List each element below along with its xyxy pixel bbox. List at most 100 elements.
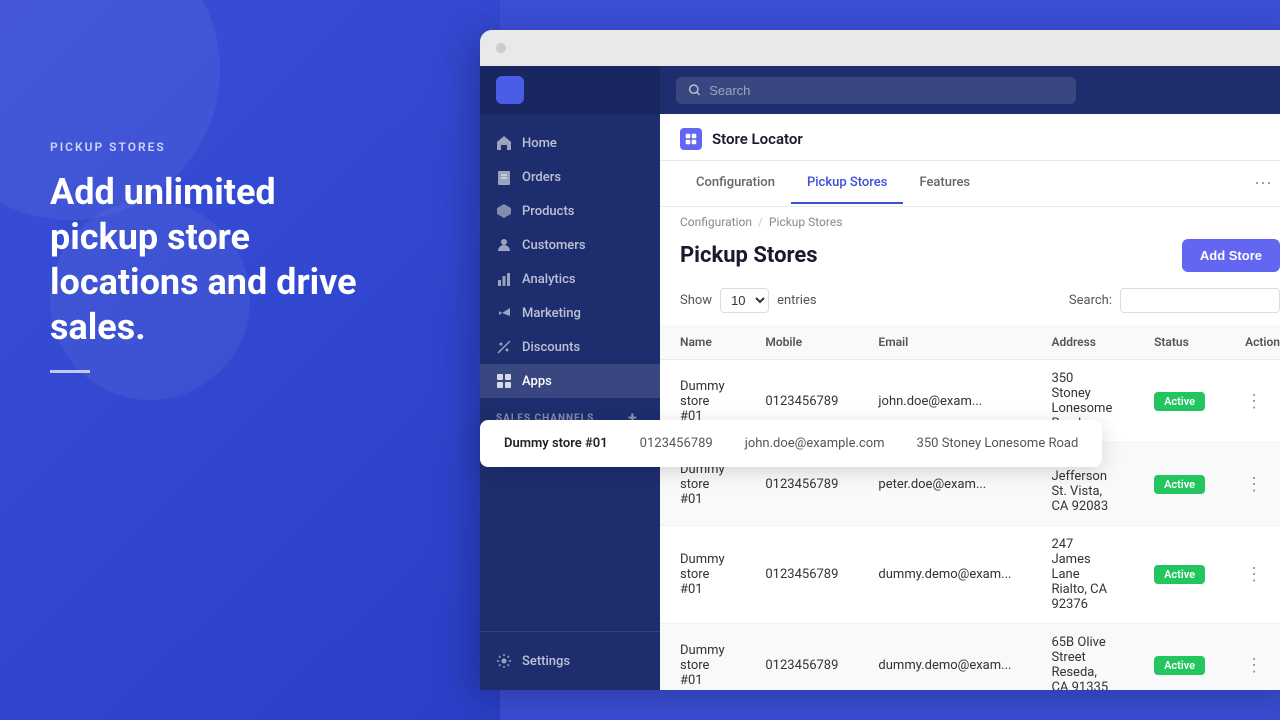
tabs-left: Configuration Pickup Stores Features: [680, 163, 986, 204]
sidebar-item-label: Home: [522, 136, 557, 151]
breadcrumb: Configuration / Pickup Stores: [660, 207, 1280, 231]
sidebar-item-apps[interactable]: Apps: [480, 364, 660, 398]
browser-dot-1: [496, 43, 506, 53]
section-label: PICKUP STORES: [50, 140, 370, 154]
search-input[interactable]: [709, 83, 1064, 98]
action-menu-button[interactable]: ⋮: [1245, 391, 1264, 412]
customers-icon: [496, 237, 512, 253]
orders-icon: [496, 169, 512, 185]
sidebar-item-label: Products: [522, 204, 574, 219]
left-panel: PICKUP STORES Add unlimited pickup store…: [50, 140, 370, 373]
app-header-icon: [680, 128, 702, 150]
cell-email: dummy.demo@exam...: [858, 526, 1031, 624]
sidebar-item-label: Analytics: [522, 272, 576, 287]
status-badge: Active: [1154, 475, 1205, 494]
analytics-icon: [496, 271, 512, 287]
sidebar-item-home[interactable]: Home: [480, 126, 660, 160]
status-badge: Active: [1154, 565, 1205, 584]
expanded-store-name: Dummy store #01: [504, 436, 608, 451]
expanded-address: 350 Stoney Lonesome Road: [917, 436, 1079, 451]
sidebar-item-customers[interactable]: Customers: [480, 228, 660, 262]
cell-action: ⋮: [1225, 443, 1280, 526]
action-menu-button[interactable]: ⋮: [1245, 564, 1264, 585]
status-badge: Active: [1154, 656, 1205, 675]
sidebar-logo: [496, 76, 524, 104]
col-email: Email: [858, 325, 1031, 360]
main-content: Store Locator Configuration Pickup Store…: [660, 66, 1280, 690]
breadcrumb-separator: /: [758, 215, 763, 229]
expanded-email: john.doe@example.com: [745, 436, 885, 451]
page-title-row: Pickup Stores Add Store: [660, 231, 1280, 288]
cell-action: ⋮: [1225, 624, 1280, 691]
col-status: Status: [1134, 325, 1225, 360]
sidebar-item-label: Settings: [522, 654, 570, 669]
status-badge: Active: [1154, 392, 1205, 411]
table-head: Name Mobile Email Address Status Action: [660, 325, 1280, 360]
add-store-button[interactable]: Add Store: [1182, 239, 1280, 272]
hero-text: Add unlimited pickup store locations and…: [50, 170, 370, 350]
app-layout: Home Orders Products Customers: [480, 66, 1280, 690]
sidebar-item-settings[interactable]: Settings: [480, 644, 660, 678]
browser-window: Home Orders Products Customers: [480, 30, 1280, 690]
tab-configuration[interactable]: Configuration: [680, 163, 791, 204]
products-icon: [496, 203, 512, 219]
cell-email: dummy.demo@exam...: [858, 624, 1031, 691]
sidebar-item-orders[interactable]: Orders: [480, 160, 660, 194]
action-menu-button[interactable]: ⋮: [1245, 474, 1264, 495]
cell-action: ⋮: [1225, 526, 1280, 624]
app-header-title: Store Locator: [712, 130, 803, 148]
page-content: Store Locator Configuration Pickup Store…: [660, 114, 1280, 690]
cell-name: Dummy store #01: [660, 624, 745, 691]
cell-mobile: 0123456789: [745, 624, 858, 691]
table-body: Dummy store #01 0123456789 john.doe@exam…: [660, 360, 1280, 691]
settings-icon: [496, 653, 512, 669]
sidebar-item-marketing[interactable]: Marketing: [480, 296, 660, 330]
col-action: Action: [1225, 325, 1280, 360]
cell-status: Active: [1134, 443, 1225, 526]
apps-icon: [496, 373, 512, 389]
sidebar-item-label: Apps: [522, 374, 552, 389]
discounts-icon: [496, 339, 512, 355]
home-icon: [496, 135, 512, 151]
app-header: Store Locator: [660, 114, 1280, 161]
sidebar-item-label: Marketing: [522, 306, 581, 321]
entries-label: entries: [777, 293, 817, 308]
cell-status: Active: [1134, 624, 1225, 691]
marketing-icon: [496, 305, 512, 321]
expanded-row-card: Dummy store #01 0123456789 john.doe@exam…: [480, 420, 1102, 467]
table-row: Dummy store #01 0123456789 dummy.demo@ex…: [660, 624, 1280, 691]
page-title: Pickup Stores: [680, 243, 818, 268]
tab-pickup-stores[interactable]: Pickup Stores: [791, 163, 904, 204]
col-mobile: Mobile: [745, 325, 858, 360]
sidebar-item-discounts[interactable]: Discounts: [480, 330, 660, 364]
browser-topbar: [480, 30, 1280, 66]
table-header-row: Name Mobile Email Address Status Action: [660, 325, 1280, 360]
sidebar: Home Orders Products Customers: [480, 66, 660, 690]
sidebar-bottom: Settings: [480, 631, 660, 690]
show-label: Show: [680, 293, 712, 308]
search-bar[interactable]: [676, 77, 1076, 104]
more-options-button[interactable]: ⋯: [1246, 161, 1280, 206]
table-row: Dummy store #01 0123456789 dummy.demo@ex…: [660, 526, 1280, 624]
cell-status: Active: [1134, 526, 1225, 624]
tab-features[interactable]: Features: [903, 163, 986, 204]
table-search-input[interactable]: [1120, 288, 1280, 313]
action-menu-button[interactable]: ⋮: [1245, 655, 1264, 676]
sidebar-header: [480, 66, 660, 114]
sidebar-nav: Home Orders Products Customers: [480, 114, 660, 631]
entries-select[interactable]: 10 25 50: [720, 288, 769, 313]
data-table: Name Mobile Email Address Status Action …: [660, 325, 1280, 690]
topbar: [660, 66, 1280, 114]
breadcrumb-pickup-stores: Pickup Stores: [769, 215, 842, 229]
sidebar-item-products[interactable]: Products: [480, 194, 660, 228]
sidebar-item-label: Orders: [522, 170, 561, 185]
cell-action: ⋮: [1225, 360, 1280, 443]
divider: [50, 370, 90, 373]
cell-status: Active: [1134, 360, 1225, 443]
sidebar-item-analytics[interactable]: Analytics: [480, 262, 660, 296]
sidebar-item-label: Customers: [522, 238, 586, 253]
col-address: Address: [1031, 325, 1134, 360]
search-entries: Search:: [1069, 288, 1280, 313]
search-label: Search:: [1069, 293, 1112, 308]
breadcrumb-configuration[interactable]: Configuration: [680, 215, 752, 229]
